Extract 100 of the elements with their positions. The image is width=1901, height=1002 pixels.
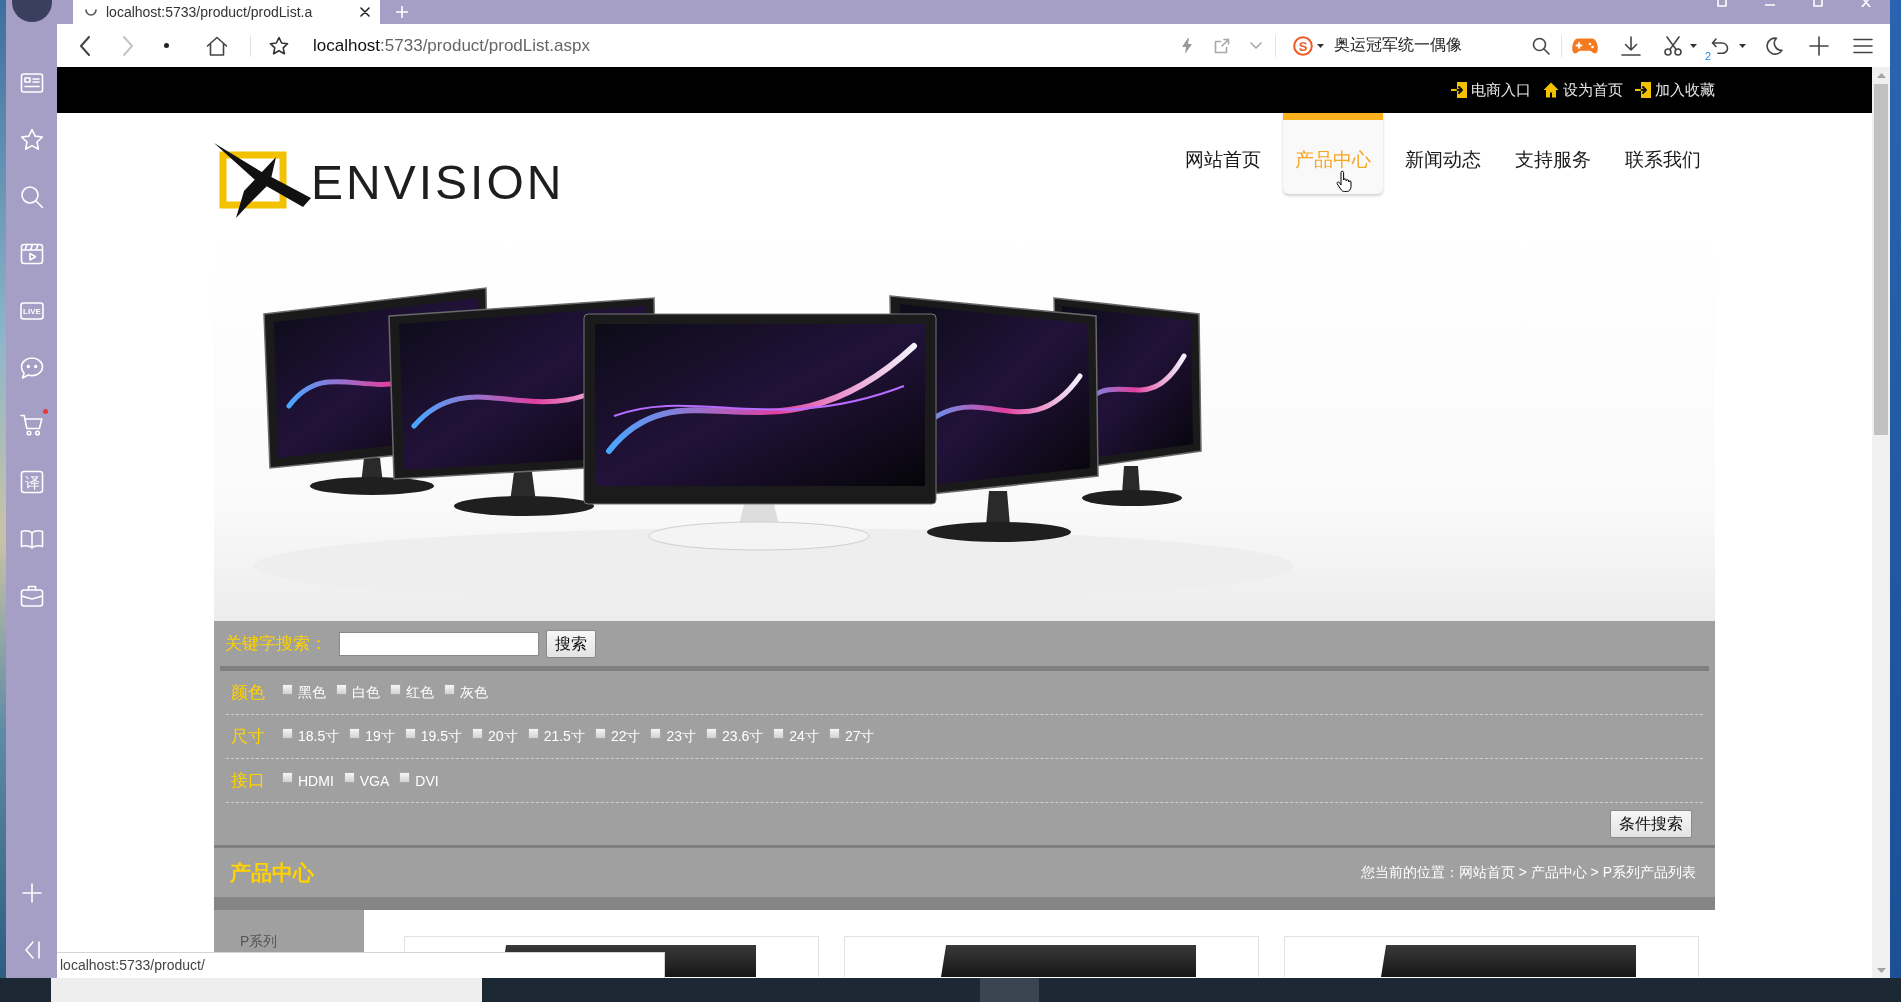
address-field[interactable]: localhost:5733/product/prodList.aspx — [313, 35, 590, 56]
checkbox[interactable] — [404, 727, 416, 739]
checkbox[interactable] — [773, 727, 785, 739]
new-tab-icon[interactable] — [396, 6, 408, 18]
option-label[interactable]: 21.5寸 — [543, 727, 585, 746]
option-label[interactable]: VGA — [359, 772, 390, 789]
logo-icon[interactable] — [214, 143, 311, 218]
checkbox[interactable] — [706, 727, 718, 739]
header-link[interactable]: 加入收藏 — [1635, 80, 1715, 100]
caret-icon[interactable] — [1690, 43, 1697, 48]
enter-icon[interactable] — [1635, 82, 1651, 98]
avatar-icon[interactable] — [11, 0, 52, 22]
checkbox[interactable] — [282, 727, 293, 739]
keyword-label: 关键字搜索： — [225, 633, 327, 655]
search-engine-icon[interactable]: S — [1293, 35, 1313, 56]
caret-icon[interactable] — [1739, 43, 1746, 48]
filter-label: 接口 — [231, 770, 265, 792]
home-icon[interactable] — [206, 35, 228, 56]
search-field[interactable]: 奥运冠军统一偶像 — [1334, 35, 1524, 56]
star-icon[interactable] — [269, 35, 289, 56]
checkbox[interactable] — [444, 683, 455, 695]
search-button[interactable]: 搜索 — [546, 629, 596, 658]
checkbox[interactable] — [828, 727, 840, 739]
checkbox[interactable] — [399, 771, 411, 783]
checkbox[interactable] — [650, 727, 662, 739]
collapse-sidebar-icon[interactable] — [22, 939, 41, 960]
option-label[interactable]: 23寸 — [666, 727, 697, 746]
news-icon[interactable] — [19, 70, 44, 95]
nav-tab[interactable]: 联系我们 — [1613, 113, 1713, 194]
nav-tab[interactable]: 新闻动态 — [1393, 113, 1493, 194]
close-icon[interactable] — [360, 7, 370, 17]
briefcase-icon[interactable] — [19, 583, 44, 608]
header-link[interactable]: 设为首页 — [1543, 80, 1623, 100]
category-link[interactable]: P系列 — [240, 933, 278, 949]
option-label[interactable]: 24寸 — [789, 727, 819, 746]
scroll-down-icon[interactable] — [1876, 968, 1886, 973]
option-label[interactable]: 19寸 — [365, 727, 395, 746]
option-label[interactable]: 灰色 — [460, 683, 488, 702]
filter-label: 颜色 — [231, 682, 265, 704]
checkbox[interactable] — [282, 683, 293, 695]
checkbox[interactable] — [343, 771, 355, 783]
breadcrumb: 您当前的位置：网站首页 > 产品中心 > P系列产品列表 — [1360, 863, 1696, 882]
option-label[interactable]: 18.5寸 — [298, 727, 340, 746]
browser-tab[interactable]: localhost:5733/product/prodList.a — [73, 0, 380, 24]
lightning-icon[interactable] — [1181, 37, 1193, 54]
nav-tab[interactable]: 支持服务 — [1503, 113, 1603, 194]
video-icon[interactable] — [19, 241, 44, 266]
undo-count: 2 — [1705, 50, 1712, 62]
cart-icon[interactable] — [19, 412, 44, 437]
product-card[interactable] — [1284, 936, 1699, 977]
translate-icon[interactable]: 译 — [19, 469, 44, 494]
nav-tab[interactable]: 产品中心 — [1283, 113, 1383, 194]
loading-dot-icon — [164, 43, 169, 48]
checkbox[interactable] — [527, 727, 539, 739]
option-label[interactable]: 27寸 — [844, 727, 875, 746]
nav-tab[interactable]: 网站首页 — [1173, 113, 1273, 194]
option-label[interactable]: 红色 — [406, 683, 434, 702]
undo-icon[interactable] — [1711, 37, 1729, 54]
checkbox[interactable] — [472, 727, 484, 739]
option-label[interactable]: 20寸 — [488, 727, 518, 746]
product-card[interactable] — [844, 936, 1259, 977]
scissors-icon[interactable] — [1663, 35, 1683, 56]
chevron-down-icon[interactable] — [1250, 42, 1262, 49]
enter-icon[interactable] — [1451, 82, 1467, 98]
section-title: 产品中心 — [230, 859, 314, 886]
option-label[interactable]: 白色 — [352, 683, 380, 702]
filter-search-button[interactable]: 条件搜索 — [1610, 810, 1692, 838]
checkbox[interactable] — [594, 727, 606, 739]
caret-icon[interactable] — [1317, 43, 1324, 48]
share-icon[interactable] — [1214, 37, 1230, 54]
option-label[interactable]: 22寸 — [610, 727, 641, 746]
option-label[interactable]: 19.5寸 — [420, 727, 463, 746]
download-icon[interactable] — [1621, 35, 1641, 56]
chat-bubble-icon[interactable] — [19, 355, 44, 380]
gamepad-icon[interactable] — [1572, 36, 1598, 55]
menu-icon[interactable] — [1853, 37, 1873, 54]
scroll-up-icon[interactable] — [1876, 73, 1886, 78]
option-label[interactable]: DVI — [415, 772, 439, 789]
taskbar-search-field[interactable] — [51, 978, 482, 1002]
checkbox[interactable] — [349, 727, 361, 739]
checkbox[interactable] — [282, 771, 293, 783]
moon-icon[interactable] — [1765, 36, 1783, 55]
home-icon[interactable] — [1543, 82, 1559, 98]
option-label[interactable]: 黑色 — [298, 683, 326, 702]
scrollbar[interactable] — [1872, 67, 1890, 978]
keyword-search-field[interactable] — [339, 631, 539, 656]
loading-spinner-icon — [85, 8, 97, 16]
link-status-tooltip: localhost:5733/product/ — [57, 952, 665, 978]
maximize-icon[interactable] — [1813, 0, 1823, 7]
scrollbar-thumb[interactable] — [1874, 84, 1888, 435]
search-icon[interactable] — [1532, 36, 1550, 55]
filter-label: 尺寸 — [231, 726, 265, 748]
option-label[interactable]: 23.6寸 — [722, 727, 764, 746]
star-icon[interactable] — [19, 127, 44, 152]
checkbox[interactable] — [336, 683, 347, 695]
plus-icon[interactable] — [1809, 35, 1829, 56]
option-label[interactable]: HDMI — [298, 772, 334, 789]
checkbox[interactable] — [390, 683, 401, 695]
header-link[interactable]: 电商入口 — [1451, 80, 1531, 100]
back-icon[interactable] — [79, 35, 91, 56]
